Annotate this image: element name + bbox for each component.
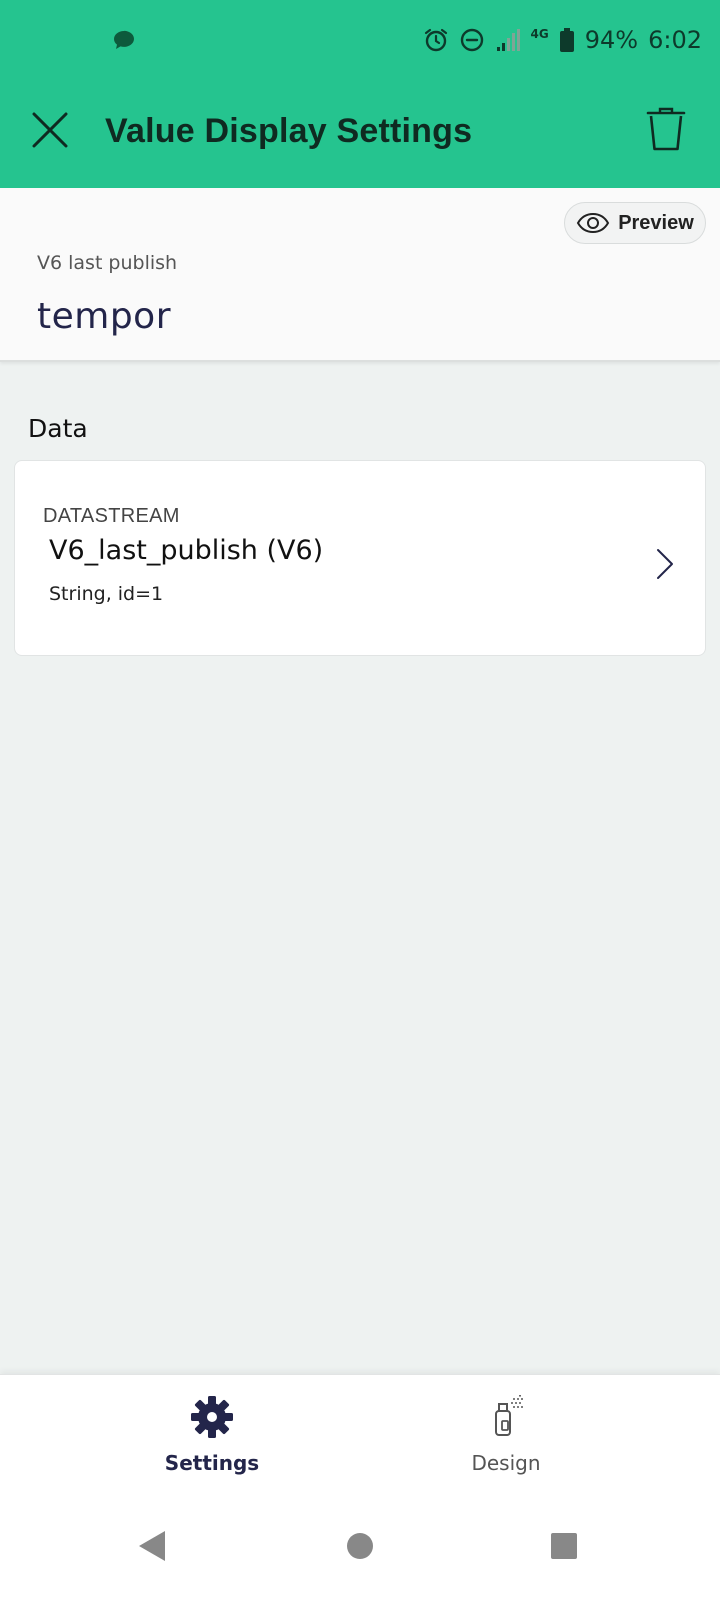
home-circle-icon (347, 1533, 373, 1559)
spray-paint-icon (484, 1395, 528, 1439)
trash-icon (646, 107, 686, 151)
message-icon (114, 30, 134, 49)
widget-label: V6 last publish (37, 252, 178, 274)
preview-button[interactable]: Preview (564, 202, 706, 244)
back-triangle-icon (139, 1531, 165, 1561)
alarm-icon (424, 28, 447, 52)
clock: 6:02 (648, 26, 702, 54)
datastream-meta: String, id=1 (49, 583, 164, 605)
network-type: 4G (530, 27, 549, 41)
datastream-name: V6_last_publish (V6) (49, 535, 324, 566)
datastream-selector[interactable]: DATASTREAM V6_last_publish (V6) String, … (14, 460, 706, 656)
top-bar: 4G 94% 6:02 Value Display Settings (0, 0, 720, 188)
eye-icon (577, 212, 610, 234)
datastream-caption: DATASTREAM (43, 505, 180, 527)
status-bar: 4G 94% 6:02 (0, 0, 720, 78)
preview-label: Preview (618, 211, 694, 234)
tab-design-label: Design (471, 1451, 541, 1475)
system-navigation-bar (0, 1492, 720, 1600)
back-button[interactable] (128, 1522, 176, 1570)
tab-design[interactable]: Design (406, 1375, 606, 1493)
status-icons: 4G 94% 6:02 (423, 22, 702, 58)
close-button[interactable] (22, 102, 78, 158)
tab-settings-label: Settings (164, 1451, 260, 1475)
battery-icon (559, 28, 574, 52)
delete-button[interactable] (638, 100, 694, 160)
tab-settings[interactable]: Settings (112, 1375, 312, 1493)
recents-button[interactable] (540, 1522, 588, 1570)
data-section-title: Data (28, 414, 88, 443)
bottom-navigation: Settings Design (0, 1374, 720, 1492)
home-button[interactable] (336, 1522, 384, 1570)
widget-preview-area: Preview V6 last publish tempor (0, 188, 720, 362)
signal-icon (496, 29, 520, 51)
recents-square-icon (551, 1533, 577, 1559)
gear-icon (190, 1395, 234, 1439)
do-not-disturb-icon (460, 28, 483, 52)
close-icon (32, 112, 68, 148)
battery-percentage: 94% (584, 26, 639, 54)
app-bar: Value Display Settings (0, 78, 720, 188)
page-title: Value Display Settings (105, 112, 473, 150)
widget-value: tempor (37, 296, 172, 337)
chevron-right-icon (657, 549, 673, 579)
